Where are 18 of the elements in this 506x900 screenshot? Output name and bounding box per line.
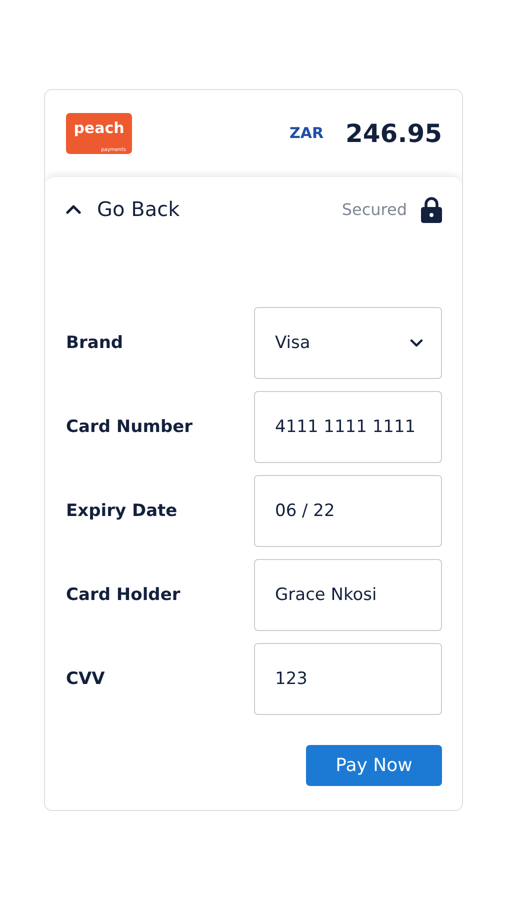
input-field[interactable]: 123 [254, 643, 442, 715]
pay-now-button[interactable]: Pay Now [306, 745, 442, 786]
go-back-button[interactable]: Go Back [66, 197, 180, 221]
field-label: Expiry Date [66, 501, 178, 521]
chevron-up-icon [66, 204, 81, 214]
input-field[interactable]: 4111 1111 1111 [254, 391, 442, 463]
secured-label: Secured [342, 200, 407, 218]
lock-icon [421, 196, 442, 222]
field-label: Brand [66, 333, 124, 353]
currency-code: ZAR [289, 124, 324, 142]
amount: 246.95 [346, 118, 442, 148]
field-label: Card Number [66, 417, 193, 437]
input-field[interactable]: 06 / 22 [254, 475, 442, 547]
brand-select[interactable]: Visa [254, 307, 442, 379]
input-field[interactable]: Grace Nkosi [254, 559, 442, 631]
field-label: CVV [66, 669, 105, 689]
field-label: Card Holder [66, 585, 180, 605]
chevron-down-icon [410, 339, 423, 347]
